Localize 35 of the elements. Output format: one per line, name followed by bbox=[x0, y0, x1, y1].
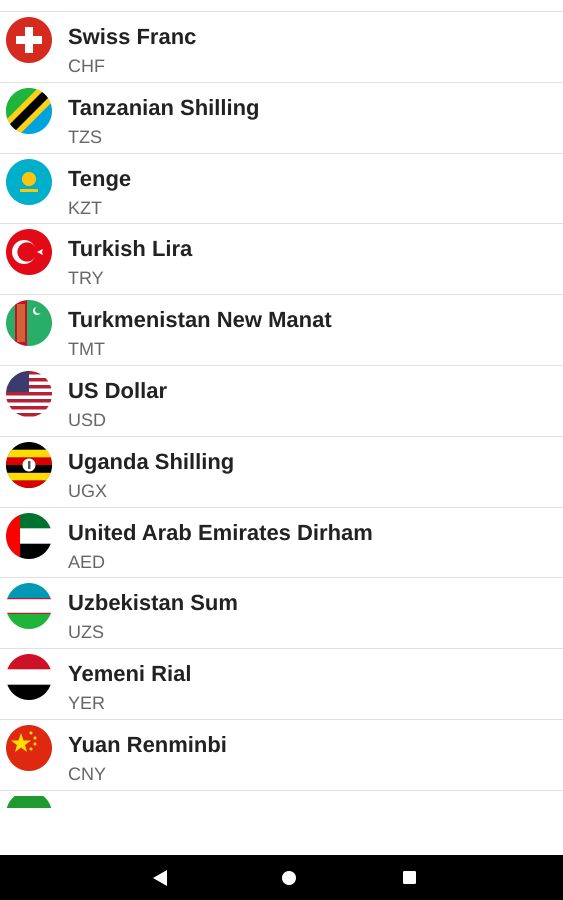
currency-code: KZT bbox=[68, 198, 103, 218]
currency-code: TZS bbox=[68, 126, 103, 147]
currency-code: TRY bbox=[68, 268, 105, 288]
flag-icon bbox=[6, 583, 52, 630]
currency-code: CNY bbox=[68, 764, 108, 784]
currency-name: Uzbekistan Sum bbox=[68, 590, 238, 616]
currency-code: USD bbox=[68, 410, 108, 430]
flag-icon bbox=[6, 88, 52, 134]
flag-icon bbox=[6, 442, 52, 488]
flag-icon bbox=[6, 300, 52, 346]
flag-icon bbox=[6, 158, 52, 205]
currency-name: Yemeni Rial bbox=[68, 661, 192, 688]
currency-code: CHF bbox=[68, 56, 106, 76]
flag-icon bbox=[6, 229, 52, 276]
back-icon[interactable] bbox=[153, 870, 167, 886]
currency-name: Yuan Renminbi bbox=[68, 732, 227, 758]
currency-name: Turkmenistan New Manat bbox=[68, 307, 332, 334]
currency-code: UGX bbox=[68, 480, 108, 501]
currency-name: Swiss Franc bbox=[68, 24, 196, 50]
currency-name: Turkish Lira bbox=[68, 236, 192, 262]
flag-icon bbox=[6, 724, 52, 771]
flag-icon bbox=[6, 512, 52, 559]
currency-code: UZS bbox=[68, 622, 105, 642]
currency-name: Tenge bbox=[68, 166, 132, 192]
flag-icon bbox=[6, 370, 52, 417]
flag-icon bbox=[6, 654, 52, 700]
currency-name: Uganda Shilling bbox=[68, 448, 234, 475]
currency-code: AED bbox=[68, 552, 106, 572]
currency-code: YER bbox=[68, 693, 106, 714]
currency-code: TMT bbox=[68, 339, 106, 360]
currency-name: Tanzanian Shilling bbox=[68, 94, 260, 121]
home-icon[interactable] bbox=[282, 870, 296, 884]
currency-name: US Dollar bbox=[68, 378, 168, 404]
currency-name: United Arab Emirates Dirham bbox=[68, 520, 373, 546]
flag-icon bbox=[6, 17, 52, 63]
